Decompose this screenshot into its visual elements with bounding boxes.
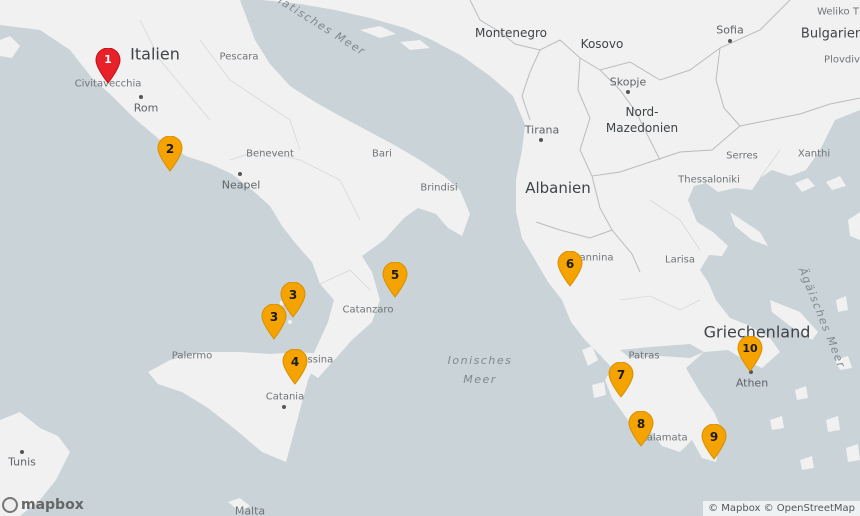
map-marker-10[interactable]: 10 (737, 336, 763, 372)
map-marker-label: 9 (709, 430, 719, 444)
map-marker-3b[interactable]: 3 (261, 304, 287, 340)
sea-label-ionian: Ionisches Meer (447, 354, 513, 386)
city-label-brindisi: Brindisi (420, 182, 458, 194)
country-label-italy: Italien (130, 44, 180, 64)
capital-label-sofia: Sofia (716, 23, 744, 37)
map-marker-label: 1 (104, 53, 112, 66)
country-label-north-macedonia: Nord- Mazedonien (605, 105, 679, 135)
city-label-thessaloniki: Thessaloniki (678, 174, 740, 186)
map-marker-9[interactable]: 9 (701, 424, 727, 460)
country-label-montenegro: Montenegro (474, 26, 548, 40)
map-marker-label: 6 (565, 257, 575, 271)
map-marker-6[interactable]: 6 (557, 251, 583, 287)
city-label-patras: Patras (628, 350, 660, 362)
city-label-serres: Serres (726, 150, 758, 162)
mapbox-logo-icon (2, 497, 18, 513)
map-marker-label: 4 (290, 355, 300, 369)
capital-label-skopje: Skopje (609, 75, 647, 89)
capital-dot-skopje (626, 90, 630, 94)
city-label-xanthi: Xanthi (797, 148, 831, 160)
map-marker-2[interactable]: 2 (157, 136, 183, 172)
map-marker-8[interactable]: 8 (628, 411, 654, 447)
capital-dot-rome (139, 95, 143, 99)
capital-dot-tirana (539, 138, 543, 142)
capital-dot-sofia (728, 39, 732, 43)
city-dot-catania (282, 405, 286, 409)
city-label-catanzaro: Catanzaro (342, 304, 394, 316)
city-label-larisa: Larisa (665, 254, 695, 266)
country-label-bulgaria: Bulgarien (800, 26, 860, 42)
map-marker-1[interactable]: 1 (95, 48, 121, 84)
map-basemap (0, 0, 860, 516)
capital-label-tirana: Tirana (524, 123, 560, 137)
map-marker-label: 2 (165, 142, 175, 156)
map-attribution[interactable]: © Mapbox © OpenStreetMap (703, 501, 860, 516)
city-label-naples: Neapel (221, 178, 261, 192)
map-marker-label: 10 (742, 342, 758, 355)
map-canvas[interactable]: Italien Albanien Griechenland Montenegro… (0, 0, 860, 516)
city-label-weliko: Weliko T (817, 6, 859, 18)
mapbox-logo-text: mapbox (21, 497, 84, 513)
map-marker-label: 3 (288, 288, 298, 302)
map-marker-5[interactable]: 5 (382, 262, 408, 298)
mapbox-logo[interactable]: mapbox (2, 497, 84, 513)
city-label-pescara: Pescara (219, 51, 259, 63)
map-marker-label: 3 (269, 310, 279, 324)
city-dot-naples (238, 172, 242, 176)
capital-label-athens: Athen (735, 376, 769, 390)
map-marker-4[interactable]: 4 (282, 349, 308, 385)
city-label-benevent: Benevent (246, 148, 294, 160)
map-marker-label: 7 (616, 368, 626, 382)
map-marker-label: 5 (390, 268, 400, 282)
city-label-bari: Bari (372, 148, 392, 160)
city-label-palermo: Palermo (171, 350, 213, 362)
city-label-plovdiv: Plovdiv (824, 54, 860, 66)
country-label-kosovo: Kosovo (580, 37, 624, 51)
city-label-malta: Malta (234, 504, 266, 516)
country-label-albania: Albanien (525, 179, 591, 197)
city-label-catania: Catania (265, 391, 305, 403)
capital-label-rome: Rom (133, 101, 159, 115)
map-marker-label: 8 (636, 417, 646, 431)
capital-dot-tunis (20, 450, 24, 454)
map-marker-7[interactable]: 7 (608, 362, 634, 398)
capital-label-tunis: Tunis (8, 455, 36, 469)
